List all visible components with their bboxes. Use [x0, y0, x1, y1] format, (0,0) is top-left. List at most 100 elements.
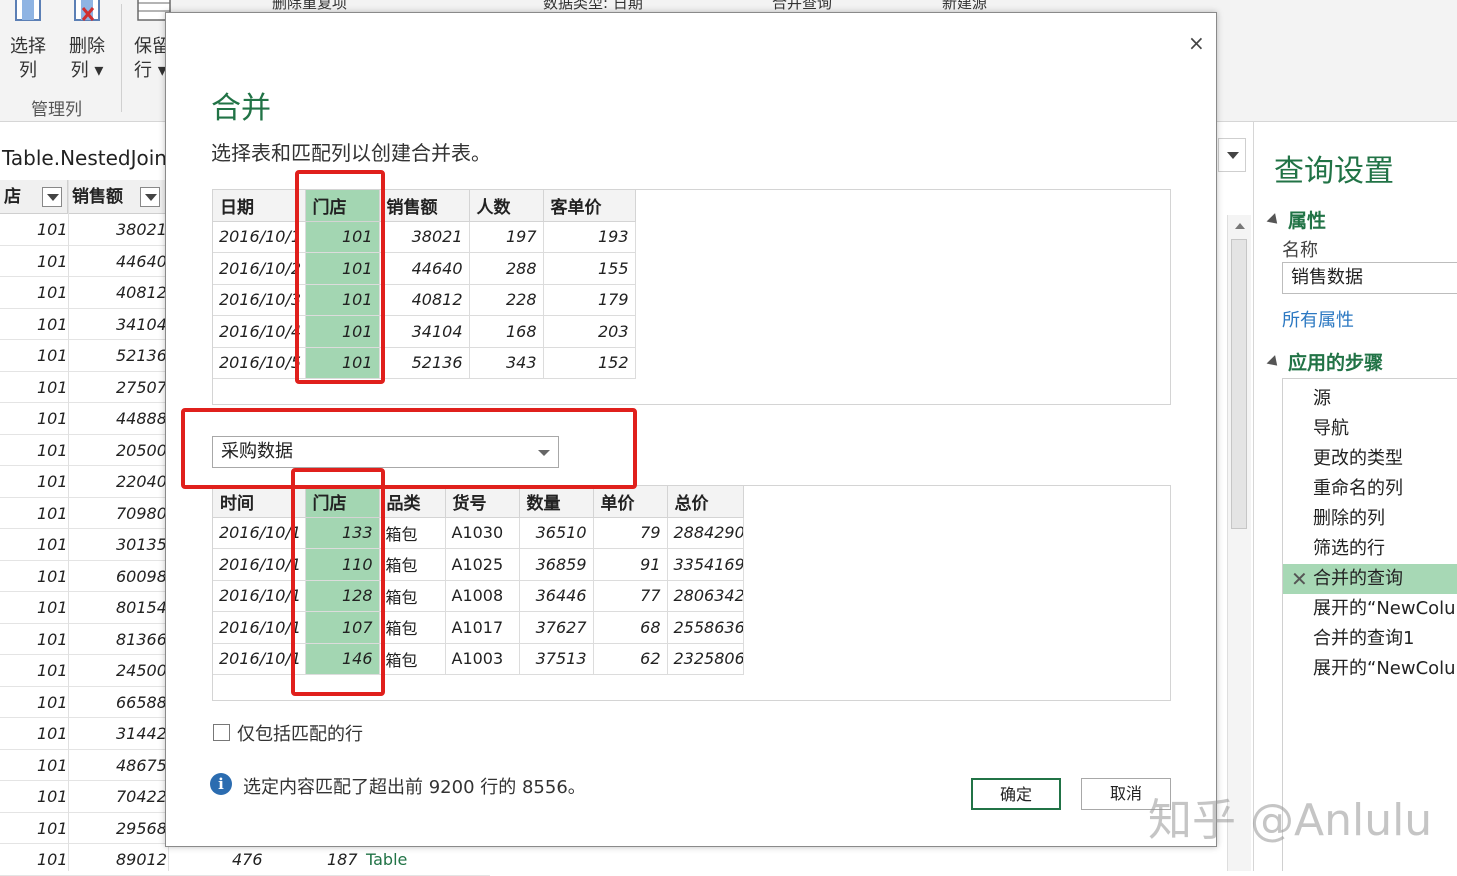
applied-step[interactable]: 合并的查询1: [1283, 624, 1457, 654]
cell-store[interactable]: 101: [37, 252, 68, 271]
table-cell[interactable]: 79: [593, 517, 668, 549]
table-cell[interactable]: 77: [593, 580, 668, 612]
choose-columns-button[interactable]: 选择 列: [6, 0, 50, 90]
applied-step[interactable]: 更改的类型: [1283, 444, 1457, 474]
column-header[interactable]: 日期: [213, 190, 306, 222]
cell-store[interactable]: 101: [37, 441, 68, 460]
cell-sales[interactable]: 70422: [116, 787, 167, 806]
column-header-store[interactable]: 店: [0, 180, 68, 214]
cell-sales[interactable]: 27507: [116, 378, 167, 397]
cell-store[interactable]: 101: [37, 661, 68, 680]
cell-sales[interactable]: 24500: [116, 661, 167, 680]
cell-sales[interactable]: 31442: [116, 724, 167, 743]
ok-button[interactable]: 确定: [971, 778, 1061, 810]
cell-store[interactable]: 101: [37, 756, 68, 775]
cell-store[interactable]: 101: [37, 504, 68, 523]
matching-rows-checkbox[interactable]: [213, 724, 230, 741]
table-cell[interactable]: 228: [469, 284, 544, 316]
table-cell[interactable]: 2325806: [667, 643, 744, 675]
table-cell[interactable]: 2884290: [667, 517, 744, 549]
last-row-table-link[interactable]: Table: [366, 850, 407, 869]
cell-sales[interactable]: 48675: [116, 756, 167, 775]
table-cell[interactable]: 2806342: [667, 580, 744, 612]
table-cell[interactable]: 197: [469, 221, 544, 253]
table-cell[interactable]: 36859: [519, 548, 594, 581]
cell-store[interactable]: 101: [37, 378, 68, 397]
cell-sales[interactable]: 34104: [116, 315, 167, 334]
cell-store[interactable]: 101: [37, 724, 68, 743]
cell-sales[interactable]: 30135: [116, 535, 167, 554]
table-cell[interactable]: 2558636: [667, 611, 744, 644]
applied-steps-section[interactable]: 应用的步骤: [1266, 348, 1383, 375]
query-name-input[interactable]: 销售数据: [1282, 262, 1457, 294]
table-cell[interactable]: 62: [593, 643, 668, 675]
table-cell[interactable]: 40812: [379, 284, 470, 316]
table-cell[interactable]: 2016/10/3: [213, 284, 306, 316]
table-cell[interactable]: A1030: [445, 517, 520, 549]
cell-store[interactable]: 101: [37, 693, 68, 712]
cell-sales[interactable]: 60098: [116, 567, 167, 586]
table-cell[interactable]: A1017: [445, 611, 520, 644]
cell-sales[interactable]: 66588: [116, 693, 167, 712]
table-cell[interactable]: 343: [469, 347, 544, 379]
table-cell[interactable]: 34104: [379, 315, 470, 348]
applied-step[interactable]: 展开的“NewColumn”: [1283, 654, 1457, 684]
applied-step[interactable]: 导航: [1283, 414, 1457, 444]
table-cell[interactable]: 68: [593, 611, 668, 644]
table-cell[interactable]: 箱包: [379, 580, 446, 612]
cell-store[interactable]: 101: [37, 850, 68, 869]
scroll-up-icon[interactable]: [1235, 223, 1245, 229]
table-cell[interactable]: 44640: [379, 252, 470, 285]
scroll-thumb[interactable]: [1231, 239, 1247, 529]
table-cell[interactable]: 288: [469, 252, 544, 285]
cell-sales[interactable]: 89012: [116, 850, 167, 869]
vertical-scrollbar[interactable]: [1227, 215, 1251, 871]
applied-step[interactable]: 展开的“NewColumn”: [1283, 594, 1457, 624]
column-header[interactable]: 客单价: [543, 190, 636, 222]
filter-dropdown-icon[interactable]: [42, 187, 62, 207]
cell-store[interactable]: 101: [37, 283, 68, 302]
applied-step[interactable]: ✕ 合并的查询: [1283, 564, 1457, 594]
cell-store[interactable]: 101: [37, 220, 68, 239]
cell-store[interactable]: 101: [37, 346, 68, 365]
cell-sales[interactable]: 38021: [116, 220, 167, 239]
cell-sales[interactable]: 44640: [116, 252, 167, 271]
cell-sales[interactable]: 70980: [116, 504, 167, 523]
cell-store[interactable]: 101: [37, 819, 68, 838]
cell-store[interactable]: 101: [37, 598, 68, 617]
remove-columns-button[interactable]: 删除 列 ▾: [64, 0, 110, 90]
formula-expand-button[interactable]: [1218, 138, 1246, 172]
cell-store[interactable]: 101: [37, 787, 68, 806]
table-cell[interactable]: 38021: [379, 221, 470, 253]
applied-step[interactable]: 重命名的列: [1283, 474, 1457, 504]
cell-store[interactable]: 101: [37, 472, 68, 491]
table-cell[interactable]: 91: [593, 548, 668, 581]
column-header[interactable]: 数量: [519, 486, 594, 518]
table-cell[interactable]: 箱包: [379, 517, 446, 549]
column-header[interactable]: 品类: [379, 486, 446, 518]
applied-step[interactable]: 删除的列: [1283, 504, 1457, 534]
table-cell[interactable]: 52136: [379, 347, 470, 379]
filter-dropdown-icon[interactable]: [140, 187, 160, 207]
table-cell[interactable]: 2016/10/5: [213, 347, 306, 379]
table-cell[interactable]: 168: [469, 315, 544, 348]
column-header[interactable]: 货号: [445, 486, 520, 518]
table-cell[interactable]: 193: [543, 221, 636, 253]
table-cell[interactable]: 3354169: [667, 548, 744, 581]
table-cell[interactable]: 箱包: [379, 548, 446, 581]
cell-sales[interactable]: 22040: [116, 472, 167, 491]
table-cell[interactable]: 箱包: [379, 611, 446, 644]
table-cell[interactable]: A1008: [445, 580, 520, 612]
cell-store[interactable]: 101: [37, 567, 68, 586]
table-cell[interactable]: 37627: [519, 611, 594, 644]
table-cell[interactable]: 155: [543, 252, 636, 285]
cell-sales[interactable]: 81366: [116, 630, 167, 649]
close-icon[interactable]: ×: [1188, 31, 1205, 55]
cell-store[interactable]: 101: [37, 630, 68, 649]
table-cell[interactable]: 36510: [519, 517, 594, 549]
table-cell[interactable]: 37513: [519, 643, 594, 675]
table-cell[interactable]: 2016/10/1: [213, 221, 306, 253]
delete-step-icon[interactable]: ✕: [1291, 564, 1308, 594]
column-header-sales[interactable]: 销售额: [68, 180, 168, 214]
table-cell[interactable]: 2016/10/4: [213, 315, 306, 348]
